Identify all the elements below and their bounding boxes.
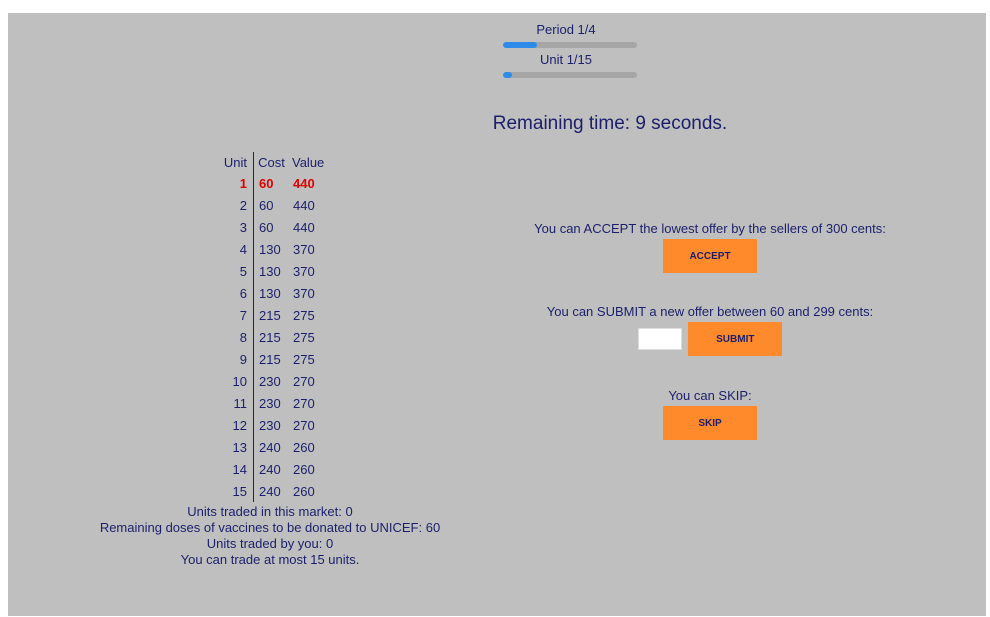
table-row: 3 60 440 (215, 216, 327, 238)
unit-cell: 2 (215, 194, 254, 216)
unit-cell: 9 (215, 348, 254, 370)
value-cell: 270 (293, 395, 315, 411)
cost-cell: 60 (259, 219, 274, 235)
unit-cell: 10 (215, 370, 254, 392)
cost-cell: 240 (259, 483, 281, 499)
skip-section: You can SKIP: SKIP (480, 388, 940, 440)
value-cell: 370 (293, 263, 315, 279)
unit-cell: 14 (215, 458, 254, 480)
header-unit: Unit (215, 152, 254, 172)
table-row: 12 230 270 (215, 414, 327, 436)
table-row: 7 215 275 (215, 304, 327, 326)
value-cell: 440 (293, 197, 315, 213)
table-row: 4 130 370 (215, 238, 327, 260)
cost-value-table: Unit Cost Value 1 60 440 2 60 440 3 60 440 4 130 37… (215, 152, 328, 502)
value-cell: 260 (293, 439, 315, 455)
table-row: 15 240 260 (215, 480, 327, 502)
unit-cell: 8 (215, 326, 254, 348)
value-cell: 260 (293, 461, 315, 477)
value-cell: 275 (293, 329, 315, 345)
table-row: 1 60 440 (215, 172, 327, 194)
cost-cell: 230 (259, 395, 281, 411)
table-row: 2 60 440 (215, 194, 327, 216)
progress-block: Period 1/4 Unit 1/15 (495, 22, 637, 78)
submit-text: You can SUBMIT a new offer between 60 an… (546, 304, 874, 319)
cost-cell: 230 (259, 417, 281, 433)
unit-cell: 15 (215, 480, 254, 502)
units-traded-you: Units traded by you: 0 (206, 536, 334, 551)
value-cell: 260 (293, 483, 315, 499)
table-row: 13 240 260 (215, 436, 327, 458)
unit-cell: 12 (215, 414, 254, 436)
cost-cell: 130 (259, 285, 281, 301)
unit-cell: 5 (215, 260, 254, 282)
cost-cell: 215 (259, 307, 281, 323)
value-cell: 270 (293, 417, 315, 433)
offer-input[interactable] (637, 328, 682, 350)
unit-cell: 6 (215, 282, 254, 304)
unit-cell: 7 (215, 304, 254, 326)
cost-cell: 240 (259, 461, 281, 477)
cost-cell: 230 (259, 373, 281, 389)
unit-label: Unit 1/15 (539, 52, 593, 67)
skip-text: You can SKIP: (668, 388, 752, 403)
cost-cell: 240 (259, 439, 281, 455)
cost-cell: 215 (259, 329, 281, 345)
table-row: 14 240 260 (215, 458, 327, 480)
table-row: 9 215 275 (215, 348, 327, 370)
accept-section: You can ACCEPT the lowest offer by the s… (480, 221, 940, 273)
value-cell: 370 (293, 285, 315, 301)
header-cost: Cost (258, 154, 285, 170)
period-progress-bar (503, 42, 637, 48)
skip-button[interactable]: SKIP (663, 406, 757, 440)
period-progress-fill (503, 42, 537, 48)
period-label: Period 1/4 (536, 22, 596, 37)
unit-cell: 13 (215, 436, 254, 458)
unit-cell: 3 (215, 216, 254, 238)
accept-text: You can ACCEPT the lowest offer by the s… (534, 221, 886, 236)
table-row: 10 230 270 (215, 370, 327, 392)
cost-cell: 130 (259, 241, 281, 257)
unit-cell: 4 (215, 238, 254, 260)
cost-cell: 60 (259, 175, 274, 191)
cost-cell: 215 (259, 351, 281, 367)
cost-cell: 60 (259, 197, 274, 213)
submit-section: You can SUBMIT a new offer between 60 an… (480, 304, 940, 356)
unit-cell: 11 (215, 392, 254, 414)
table-row: 6 130 370 (215, 282, 327, 304)
value-cell: 370 (293, 241, 315, 257)
value-cell: 440 (293, 175, 315, 191)
max-units: You can trade at most 15 units. (180, 552, 360, 567)
table-row: 8 215 275 (215, 326, 327, 348)
value-cell: 275 (293, 351, 315, 367)
header-value: Value (292, 154, 325, 170)
table-row: 5 130 370 (215, 260, 327, 282)
unit-progress-fill (503, 72, 512, 78)
accept-button[interactable]: ACCEPT (663, 239, 757, 273)
cost-cell: 130 (259, 263, 281, 279)
table-row: 11 230 270 (215, 392, 327, 414)
unit-cell: 1 (215, 172, 254, 194)
value-cell: 440 (293, 219, 315, 235)
units-traded-market: Units traded in this market: 0 (187, 504, 353, 519)
remaining-doses: Remaining doses of vaccines to be donate… (99, 520, 441, 535)
remaining-time: Remaining time: 9 seconds. (492, 113, 728, 134)
unit-progress-bar (503, 72, 637, 78)
value-cell: 275 (293, 307, 315, 323)
submit-button[interactable]: SUBMIT (688, 322, 783, 356)
value-cell: 270 (293, 373, 315, 389)
table-header-row: Unit Cost Value (215, 152, 327, 172)
market-stats: Units traded in this market: 0 Remaining… (60, 504, 480, 568)
